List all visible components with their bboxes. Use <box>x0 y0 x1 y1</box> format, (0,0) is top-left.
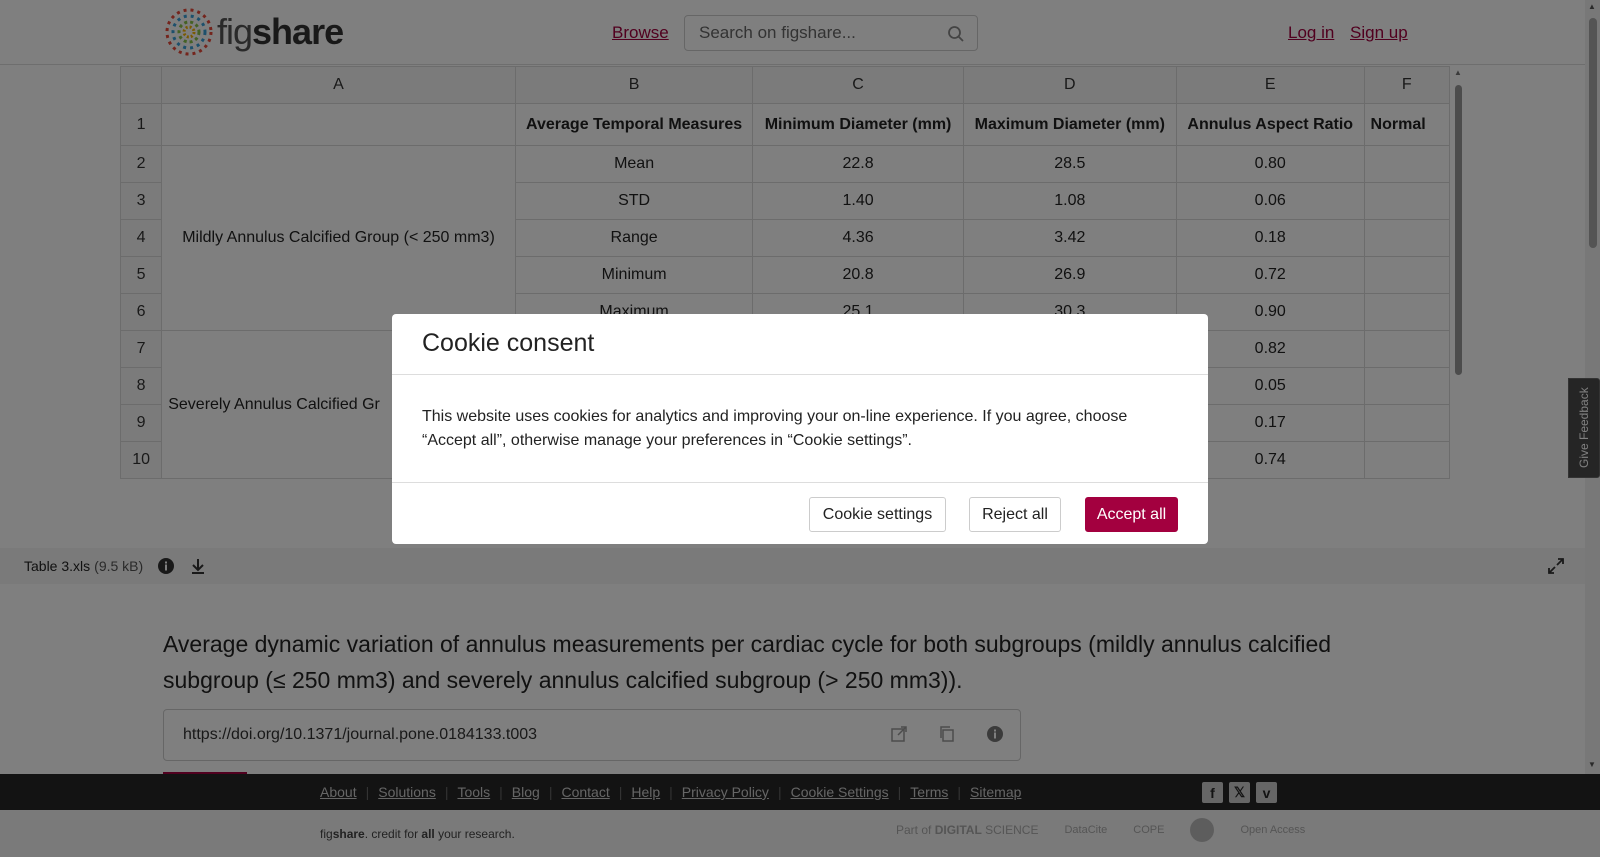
dialog-title: Cookie consent <box>392 314 1208 375</box>
cookie-consent-dialog: Cookie consent This website uses cookies… <box>392 314 1208 544</box>
accept-all-button[interactable]: Accept all <box>1085 497 1178 532</box>
dialog-footer: Cookie settings Reject all Accept all <box>392 483 1208 544</box>
reject-all-button[interactable]: Reject all <box>969 497 1061 532</box>
cookie-settings-button[interactable]: Cookie settings <box>809 497 946 532</box>
dialog-body: This website uses cookies for analytics … <box>392 375 1208 483</box>
